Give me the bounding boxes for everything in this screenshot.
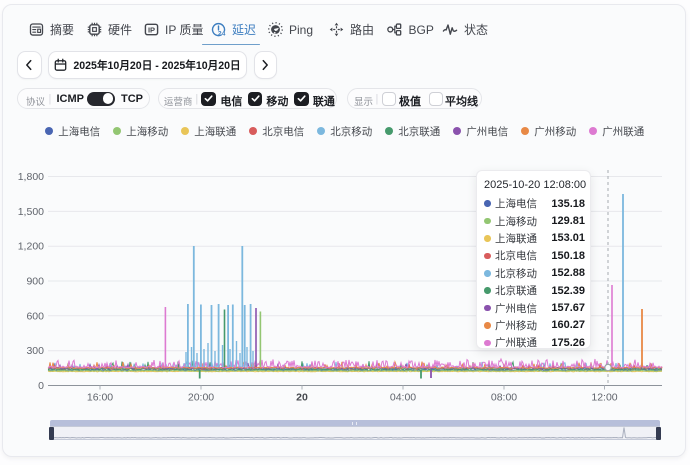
svg-text:08:00: 08:00 (491, 392, 517, 404)
svg-text:300: 300 (26, 345, 44, 357)
svg-text:600: 600 (26, 310, 44, 322)
svg-text:1,500: 1,500 (18, 206, 44, 218)
svg-text:900: 900 (26, 276, 44, 288)
svg-text:1,800: 1,800 (18, 171, 44, 183)
svg-text:20:00: 20:00 (188, 392, 214, 404)
svg-text:0: 0 (38, 380, 44, 392)
svg-text:1,200: 1,200 (18, 241, 44, 253)
svg-text:16:00: 16:00 (87, 392, 113, 404)
svg-text:20: 20 (296, 392, 308, 404)
svg-text:04:00: 04:00 (390, 392, 416, 404)
svg-text:12:00: 12:00 (591, 392, 617, 404)
